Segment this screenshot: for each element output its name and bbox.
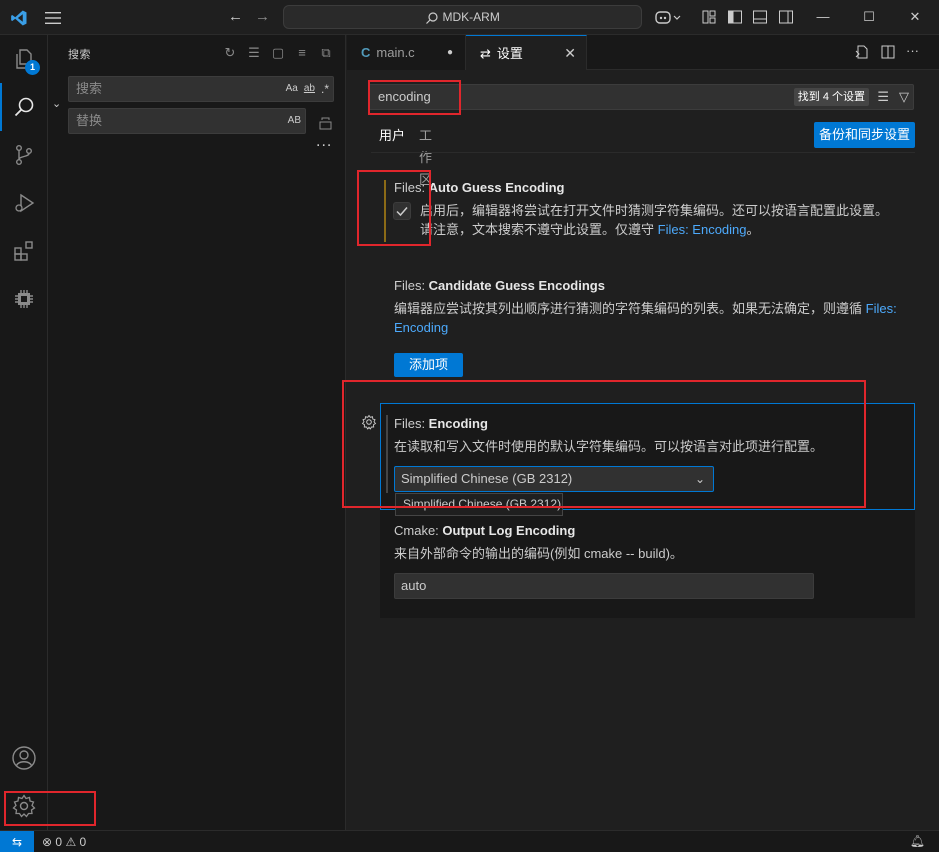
tab-main-c[interactable]: Cmain.c ● [347,35,466,70]
tab-settings[interactable]: ⇄ 设置 ✕ [466,35,587,70]
setting-cmake-output-log-encoding: Cmake: Output Log Encoding 来自外部命令的输出的编码(… [394,523,914,563]
close-tab-icon[interactable]: ✕ [564,36,576,71]
tab-label: 设置 [496,46,523,61]
match-whole-word-icon[interactable]: ab [304,77,315,101]
tab-label: main.c [376,45,415,60]
status-bar: ⇆ ⊗ 0 ⚠ 0 🔔︎ [0,830,939,852]
search-icon [426,12,438,24]
setting-title: Cmake: Output Log Encoding [394,523,576,538]
refresh-icon[interactable]: ↻ [221,44,239,62]
split-editor-icon[interactable] [880,44,896,60]
tab-user[interactable]: 用户 [371,125,413,153]
more-actions-icon[interactable]: ··· [906,44,919,60]
error-icon: ⊗ [42,835,53,849]
sidebar-title: 搜索 [68,49,91,61]
search-input[interactable]: 搜索 Aa ab .* [68,76,334,102]
toggle-panel-icon[interactable] [751,8,769,26]
account-icon[interactable] [0,734,48,782]
toggle-sidebar-icon[interactable] [726,8,744,26]
new-search-editor-icon[interactable]: ▢ [269,44,287,62]
command-center[interactable]: MDK-ARM [283,5,642,29]
bell-icon[interactable]: 🔔︎ [910,834,925,848]
toggle-replace-chevron-icon[interactable]: ⌄ [52,97,61,110]
problems-indicator[interactable]: ⊗ 0 ⚠ 0 [42,831,86,852]
backup-sync-button[interactable]: 备份和同步设置 [814,122,915,148]
arrow-left-icon[interactable]: ← [228,8,243,25]
open-settings-json-icon[interactable] [854,44,870,60]
remote-icon[interactable]: ⇆ [0,831,34,852]
preserve-case-icon[interactable]: AB [288,109,301,133]
c-file-icon: C [361,45,371,60]
annotation-box [342,380,866,508]
search-placeholder: 搜索 [76,81,103,96]
setting-auto-guess-encoding: Files: Auto Guess Encoding 启用后，编辑器将尝试在打开… [380,180,915,250]
arrow-right-icon[interactable]: → [255,8,270,25]
match-case-icon[interactable]: Aa [286,77,298,101]
filter-icon[interactable]: ▽ [899,89,909,105]
replace-placeholder: 替换 [76,113,103,128]
found-count-badge: 找到 4 个设置 [793,88,869,106]
warning-count: 0 [79,835,87,849]
vscode-logo [11,10,27,26]
editor-actions: ··· [854,44,919,60]
copilot-icon[interactable] [654,8,682,26]
add-item-button[interactable]: 添加项 [394,353,463,377]
annotation-box [368,80,461,115]
extensions-icon[interactable] [0,227,48,275]
setting-description: 编辑器应尝试按其列出顺序进行猜测的字符集编码的列表。如果无法确定，则遵循 Fil… [394,301,897,335]
setting-description: 来自外部命令的输出的编码(例如 cmake -- build)。 [394,546,683,561]
toggle-secondary-sidebar-icon[interactable] [777,8,795,26]
setting-description: 启用后，编辑器将尝试在打开文件时猜测字符集编码。还可以按语言配置此设置。 请注意… [420,203,889,237]
source-control-icon[interactable] [0,131,48,179]
run-debug-icon[interactable] [0,179,48,227]
search-sidebar: 搜索 ↻ ☰ ▢ ≡ ⧉ ⌄ 搜索 Aa ab .* 替换 AB ... [48,35,346,830]
error-count: 0 [55,835,63,849]
unsaved-dot-icon[interactable]: ● [447,35,453,70]
search-icon[interactable] [0,83,48,131]
explorer-badge: 1 [25,60,40,75]
clear-filter-icon[interactable]: ☰ [877,89,889,105]
sidebar-actions: ↻ ☰ ▢ ≡ ⧉ [221,44,335,62]
files-icon[interactable]: 1 [0,35,48,83]
settings-tab-icon: ⇄ [480,46,491,61]
title-bar: ← → MDK-ARM — ☐ ✕ [0,0,939,35]
menu-icon[interactable] [44,10,62,26]
minimize-icon[interactable]: — [808,6,838,28]
command-center-label: MDK-ARM [442,10,500,24]
annotation-box [357,170,431,246]
regex-icon[interactable]: .* [321,77,329,101]
close-icon[interactable]: ✕ [900,6,930,28]
collapse-all-icon[interactable]: ⧉ [317,44,335,62]
divider [371,152,915,153]
annotation-box [4,791,96,826]
chip-icon[interactable] [0,275,48,323]
view-as-tree-icon[interactable]: ≡ [293,44,311,62]
activity-bar: 1 [0,35,48,830]
layout-icon[interactable] [700,8,718,26]
replace-input[interactable]: 替换 AB [68,108,306,134]
warning-icon: ⚠ [65,835,77,849]
output-log-encoding-input[interactable]: auto [394,573,814,599]
more-actions-icon[interactable]: ... [316,133,332,151]
files-encoding-link[interactable]: Files: Encoding [658,222,747,237]
clear-results-icon[interactable]: ☰ [245,44,263,62]
tab-bar: Cmain.c ● ⇄ 设置 ✕ ··· [347,35,939,70]
replace-all-icon[interactable] [317,114,335,132]
maximize-icon[interactable]: ☐ [854,6,884,28]
setting-title: Files: Auto Guess Encoding [394,180,565,195]
setting-title: Files: Candidate Guess Encodings [394,278,605,293]
setting-candidate-guess-encodings: Files: Candidate Guess Encodings 编辑器应尝试按… [394,278,914,337]
